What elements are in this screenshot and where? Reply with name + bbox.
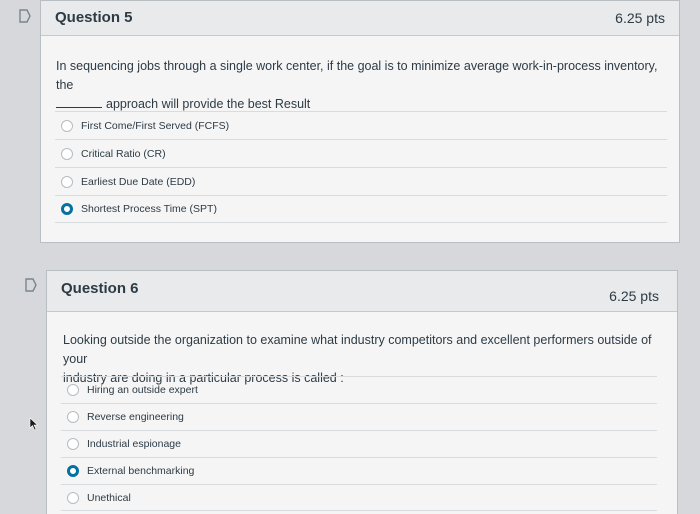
radio-button-selected[interactable] xyxy=(67,465,79,477)
radio-button[interactable] xyxy=(61,119,73,132)
answer-label: Critical Ratio (CR) xyxy=(81,147,166,160)
question-6-card: Question 6 6.25 pts Looking outside the … xyxy=(46,270,678,514)
question-6-points: 6.25 pts xyxy=(609,288,659,304)
radio-button[interactable] xyxy=(61,175,73,188)
answer-option-selected[interactable]: Shortest Process Time (SPT) xyxy=(55,195,667,223)
radio-button[interactable] xyxy=(67,411,79,423)
radio-button[interactable] xyxy=(67,491,79,504)
radio-button[interactable] xyxy=(61,147,73,160)
mouse-pointer-icon xyxy=(29,417,39,431)
answer-label: Earliest Due Date (EDD) xyxy=(81,175,196,188)
answer-label: Unethical xyxy=(87,491,131,504)
answer-option[interactable]: Unethical xyxy=(61,484,657,511)
answer-option[interactable]: Reverse engineering xyxy=(61,403,657,430)
question-5-text: In sequencing jobs through a single work… xyxy=(56,57,666,114)
question-5-text-line1: In sequencing jobs through a single work… xyxy=(56,59,658,92)
question-5-header: Question 5 6.25 pts xyxy=(41,1,679,36)
radio-button[interactable] xyxy=(67,384,79,396)
question-6-title: Question 6 xyxy=(61,280,139,297)
flag-question-icon[interactable] xyxy=(18,9,32,23)
question-5-answers: First Come/First Served (FCFS) Critical … xyxy=(55,111,667,223)
flag-question-icon[interactable] xyxy=(24,278,38,292)
question-6-header: Question 6 6.25 pts xyxy=(47,271,677,312)
answer-label: Shortest Process Time (SPT) xyxy=(81,203,217,215)
answer-label: Hiring an outside expert xyxy=(87,384,198,396)
question-6-text-line1: Looking outside the organization to exam… xyxy=(63,333,652,366)
answer-option[interactable]: Hiring an outside expert xyxy=(61,376,657,403)
answer-label: First Come/First Served (FCFS) xyxy=(81,119,230,132)
question-6-answers: Hiring an outside expert Reverse enginee… xyxy=(61,376,657,511)
question-5-card: Question 5 6.25 pts In sequencing jobs t… xyxy=(40,0,680,243)
answer-option[interactable]: Critical Ratio (CR) xyxy=(55,139,667,167)
answer-label: Industrial espionage xyxy=(87,438,181,450)
answer-option[interactable]: Industrial espionage xyxy=(61,430,657,457)
radio-button[interactable] xyxy=(67,438,79,450)
answer-option-selected[interactable]: External benchmarking xyxy=(61,457,657,484)
question-5-text-line2-label: approach will provide the best Result xyxy=(106,97,311,111)
question-5-points: 6.25 pts xyxy=(615,10,665,26)
radio-button-selected[interactable] xyxy=(61,203,73,215)
answer-label: External benchmarking xyxy=(87,465,195,477)
question-5-title: Question 5 xyxy=(55,9,133,26)
answer-option[interactable]: Earliest Due Date (EDD) xyxy=(55,167,667,195)
fill-in-blank xyxy=(56,97,102,108)
answer-label: Reverse engineering xyxy=(87,411,184,423)
answer-option[interactable]: First Come/First Served (FCFS) xyxy=(55,111,667,139)
